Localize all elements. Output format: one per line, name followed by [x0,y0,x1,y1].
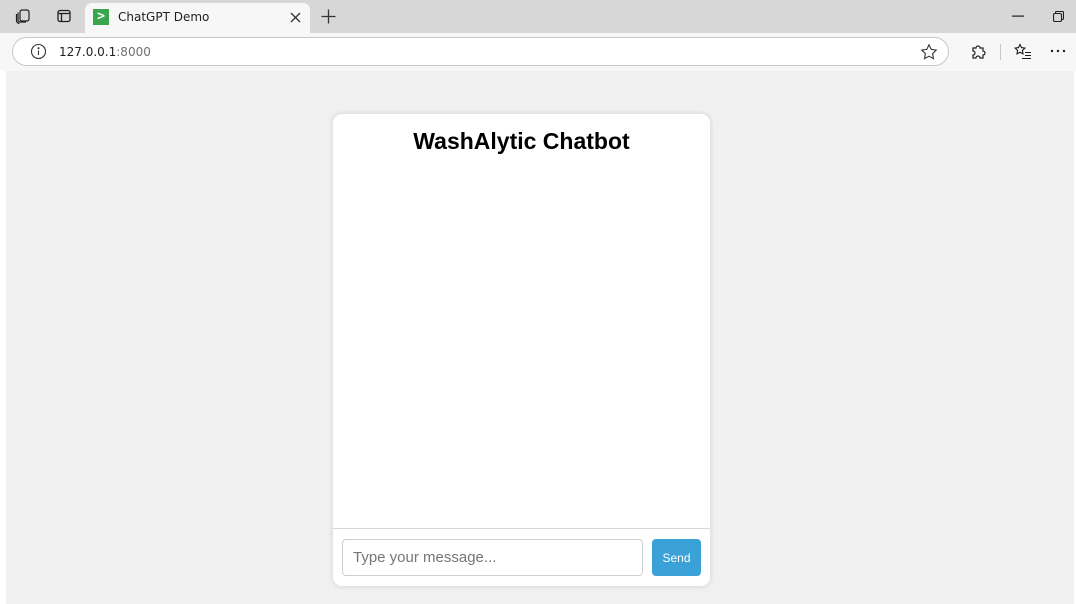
star-icon[interactable] [920,43,938,61]
browser-tab-strip: > ChatGPT Demo [0,0,1076,33]
favicon-icon: > [93,9,109,25]
chat-input-area: Send [333,528,710,586]
tab-title: ChatGPT Demo [118,10,210,24]
minimize-icon[interactable] [1007,6,1029,26]
puzzle-icon[interactable] [968,41,988,61]
tab-chatgpt-demo[interactable]: > ChatGPT Demo [85,3,310,33]
tab-actions-icon[interactable] [55,7,73,25]
url-port: :8000 [116,45,151,59]
page-viewport: WashAlytic Chatbot Send [6,71,1074,604]
url-text[interactable]: 127.0.0.1:8000 [59,45,151,59]
message-input[interactable] [342,539,643,576]
workspaces-icon[interactable] [14,7,32,25]
page-title: WashAlytic Chatbot [413,128,630,154]
plus-icon[interactable] [318,6,338,26]
url-host: 127.0.0.1 [59,45,117,59]
address-bar[interactable]: 127.0.0.1:8000 [12,37,949,66]
more-icon[interactable] [1048,41,1068,61]
chat-messages [333,172,710,528]
send-button[interactable]: Send [652,539,701,576]
chat-container: WashAlytic Chatbot Send [333,114,710,586]
close-icon[interactable] [286,8,304,26]
favorites-list-icon[interactable] [1013,41,1033,61]
toolbar-divider [1000,44,1001,60]
browser-toolbar: 127.0.0.1:8000 [0,33,1076,71]
info-icon[interactable] [30,43,47,60]
restore-icon[interactable] [1048,6,1068,26]
